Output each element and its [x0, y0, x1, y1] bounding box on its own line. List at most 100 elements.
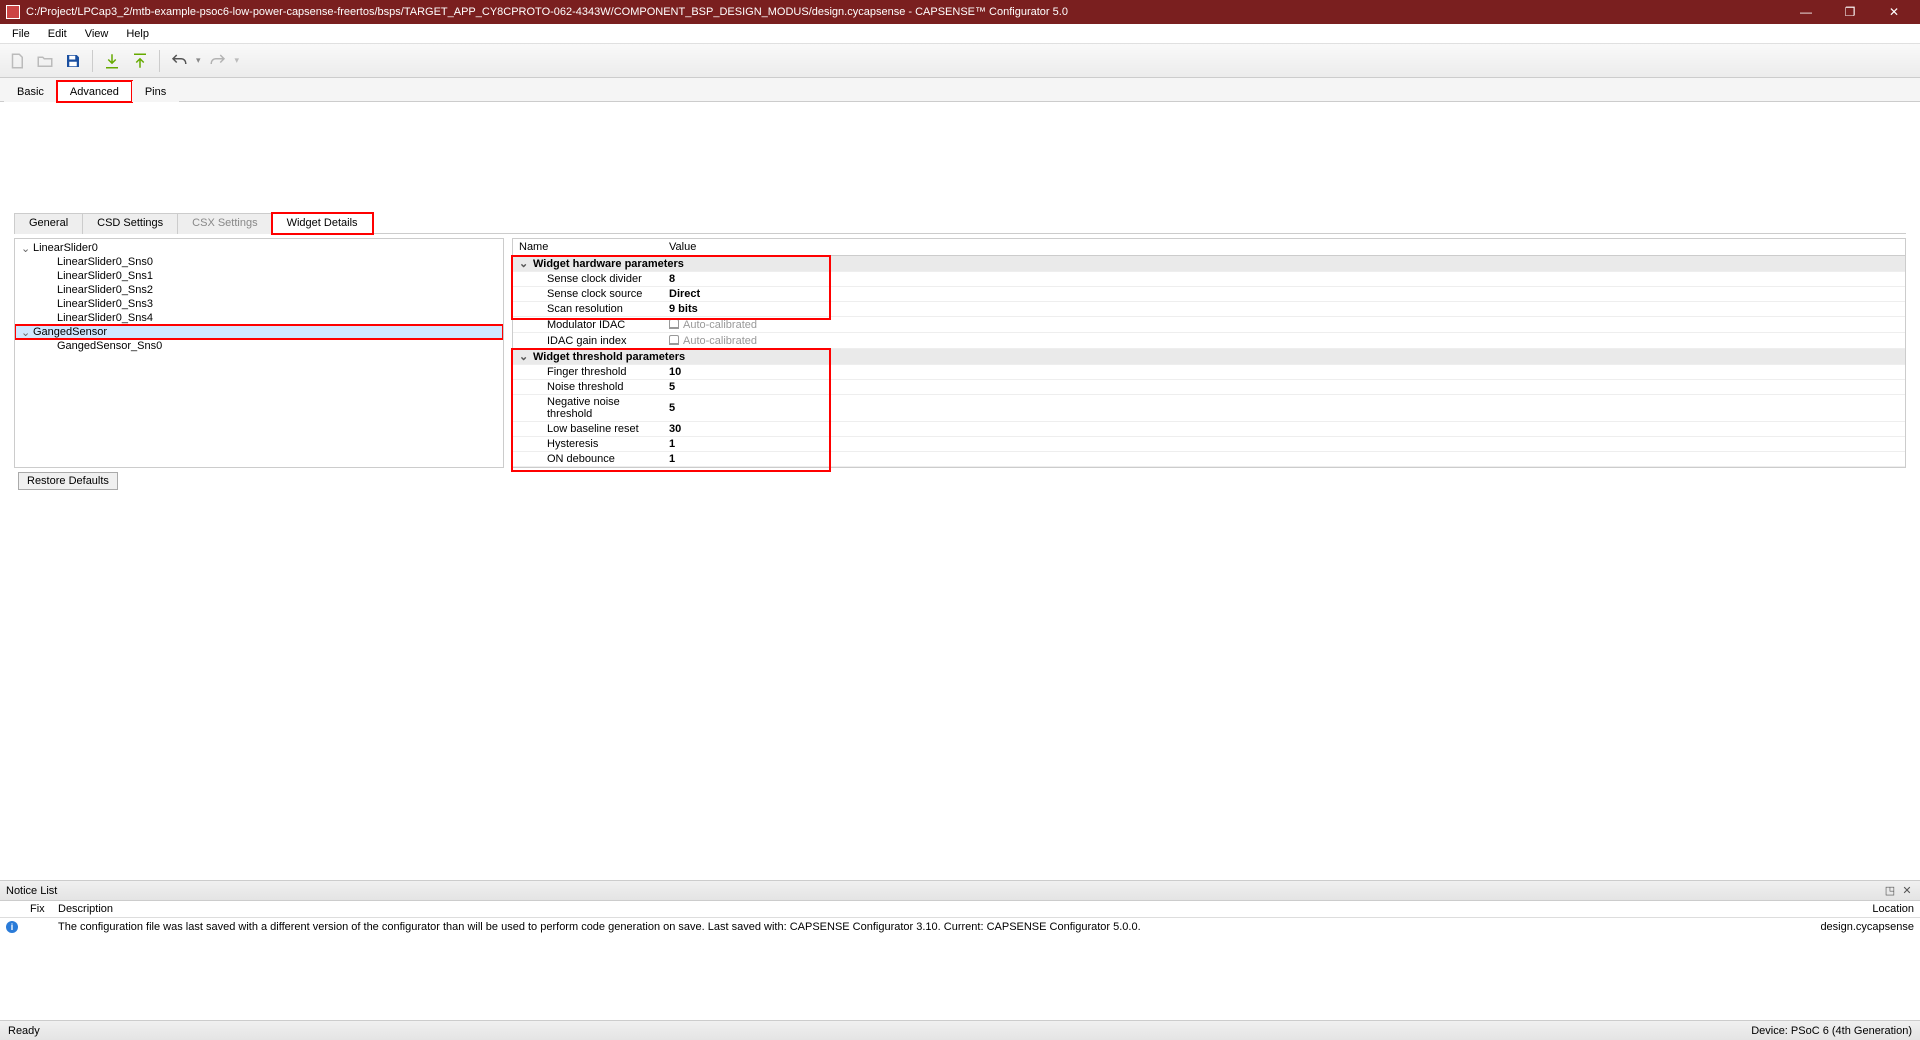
property-name: Modulator IDAC [513, 317, 663, 333]
lock-icon [669, 319, 679, 329]
property-row[interactable]: ON debounce1 [513, 452, 1905, 467]
new-file-icon[interactable] [6, 50, 28, 72]
maximize-button[interactable]: ❐ [1830, 1, 1870, 23]
tree-child-item[interactable]: LinearSlider0_Sns4 [15, 311, 503, 325]
property-row[interactable]: Finger threshold10 [513, 365, 1905, 380]
property-name: ON debounce [513, 452, 663, 467]
subtab-csx[interactable]: CSX Settings [177, 213, 272, 234]
tree-item-label: LinearSlider0 [33, 242, 98, 254]
titlebar: C:/Project/LPCap3_2/mtb-example-psoc6-lo… [0, 0, 1920, 24]
undo-icon[interactable] [168, 50, 190, 72]
window-title: C:/Project/LPCap3_2/mtb-example-psoc6-lo… [26, 6, 1068, 18]
property-value[interactable]: 5 [663, 395, 1905, 422]
property-value[interactable]: Auto-calibrated [663, 333, 1905, 349]
widget-tree-pane: ⌄LinearSlider0LinearSlider0_Sns0LinearSl… [14, 238, 504, 468]
tree-item-label: LinearSlider0_Sns2 [57, 284, 153, 296]
tree-parent-item[interactable]: ⌄LinearSlider0 [15, 241, 503, 255]
toolbar: ▾ ▾ [0, 44, 1920, 78]
property-name: Hysteresis [513, 437, 663, 452]
subtab-csd[interactable]: CSD Settings [82, 213, 178, 234]
open-file-icon[interactable] [34, 50, 56, 72]
col-value[interactable]: Value [663, 239, 1905, 256]
expand-icon[interactable]: ⌄ [21, 326, 33, 339]
menu-help[interactable]: Help [118, 26, 157, 42]
notice-col-fix[interactable]: Fix [24, 901, 52, 918]
tree-child-item[interactable]: LinearSlider0_Sns1 [15, 269, 503, 283]
tree-item-label: LinearSlider0_Sns1 [57, 270, 153, 282]
property-name: Low baseline reset [513, 422, 663, 437]
widget-tree[interactable]: ⌄LinearSlider0LinearSlider0_Sns0LinearSl… [15, 239, 503, 467]
property-value[interactable]: 1 [663, 437, 1905, 452]
property-row[interactable]: Negative noise threshold5 [513, 395, 1905, 422]
property-row[interactable]: Low baseline reset30 [513, 422, 1905, 437]
property-value[interactable]: Direct [663, 287, 1905, 302]
property-name: Finger threshold [513, 365, 663, 380]
property-pane: Name Value ⌄Widget hardware parametersSe… [512, 238, 1906, 468]
property-row[interactable]: Hysteresis1 [513, 437, 1905, 452]
toolbar-separator [92, 50, 93, 72]
property-group[interactable]: ⌄Widget hardware parameters [513, 256, 1905, 272]
notice-panel: Notice List ◳ ✕ Fix Description Location… [0, 880, 1920, 1020]
tree-child-item[interactable]: GangedSensor_Sns0 [15, 339, 503, 353]
property-name: Negative noise threshold [513, 395, 663, 422]
notice-col-loc[interactable]: Location [1790, 901, 1920, 918]
import-icon[interactable] [101, 50, 123, 72]
menu-view[interactable]: View [77, 26, 117, 42]
save-icon[interactable] [62, 50, 84, 72]
tree-item-label: GangedSensor_Sns0 [57, 340, 162, 352]
property-row[interactable]: Sense clock divider8 [513, 272, 1905, 287]
redo-dropdown-icon[interactable]: ▾ [235, 55, 240, 66]
tree-child-item[interactable]: LinearSlider0_Sns2 [15, 283, 503, 297]
tree-child-item[interactable]: LinearSlider0_Sns0 [15, 255, 503, 269]
redo-icon[interactable] [207, 50, 229, 72]
property-value[interactable]: Auto-calibrated [663, 317, 1905, 333]
property-value[interactable]: 9 bits [663, 302, 1905, 317]
property-name: Sense clock divider [513, 272, 663, 287]
tree-child-item[interactable]: LinearSlider0_Sns3 [15, 297, 503, 311]
minimize-button[interactable]: ― [1786, 1, 1826, 23]
property-name: Scan resolution [513, 302, 663, 317]
property-name: Noise threshold [513, 380, 663, 395]
main-content: General CSD Settings CSX Settings Widget… [0, 204, 1920, 502]
tab-basic[interactable]: Basic [4, 81, 57, 102]
tree-parent-item[interactable]: ⌄GangedSensor [15, 325, 503, 339]
collapse-icon[interactable]: ⌄ [519, 350, 533, 363]
notice-table: Fix Description Location iThe configurat… [0, 901, 1920, 936]
undo-dropdown-icon[interactable]: ▾ [196, 55, 201, 66]
notice-close-icon[interactable]: ✕ [1900, 884, 1914, 897]
close-button[interactable]: ✕ [1874, 1, 1914, 23]
expand-icon[interactable]: ⌄ [21, 242, 33, 255]
notice-col-desc[interactable]: Description [52, 901, 1790, 918]
property-value[interactable]: 10 [663, 365, 1905, 380]
col-name[interactable]: Name [513, 239, 663, 256]
property-value[interactable]: 1 [663, 452, 1905, 467]
property-row[interactable]: Noise threshold5 [513, 380, 1905, 395]
notice-popout-icon[interactable]: ◳ [1883, 884, 1897, 897]
property-value[interactable]: 8 [663, 272, 1905, 287]
property-value[interactable]: 5 [663, 380, 1905, 395]
property-row[interactable]: Sense clock sourceDirect [513, 287, 1905, 302]
lock-icon [669, 335, 679, 345]
property-row[interactable]: Modulator IDACAuto-calibrated [513, 317, 1905, 333]
tree-item-label: LinearSlider0_Sns4 [57, 312, 153, 324]
menu-edit[interactable]: Edit [40, 26, 75, 42]
status-left: Ready [8, 1025, 40, 1037]
subtab-widget-details[interactable]: Widget Details [272, 213, 373, 234]
subtab-general[interactable]: General [14, 213, 83, 234]
toolbar-separator [159, 50, 160, 72]
notice-row[interactable]: iThe configuration file was last saved w… [0, 918, 1920, 937]
notice-desc: The configuration file was last saved wi… [52, 918, 1790, 937]
menu-file[interactable]: File [4, 26, 38, 42]
property-row[interactable]: Scan resolution9 bits [513, 302, 1905, 317]
collapse-icon[interactable]: ⌄ [519, 257, 533, 270]
property-value[interactable]: 30 [663, 422, 1905, 437]
tab-advanced[interactable]: Advanced [57, 81, 132, 102]
property-row[interactable]: IDAC gain indexAuto-calibrated [513, 333, 1905, 349]
restore-defaults-button[interactable]: Restore Defaults [18, 472, 118, 490]
property-name: IDAC gain index [513, 333, 663, 349]
property-group[interactable]: ⌄Widget threshold parameters [513, 349, 1905, 365]
export-icon[interactable] [129, 50, 151, 72]
group-label: Widget hardware parameters [533, 258, 684, 270]
tab-pins[interactable]: Pins [132, 81, 179, 102]
top-tabs: Basic Advanced Pins [0, 78, 1920, 102]
